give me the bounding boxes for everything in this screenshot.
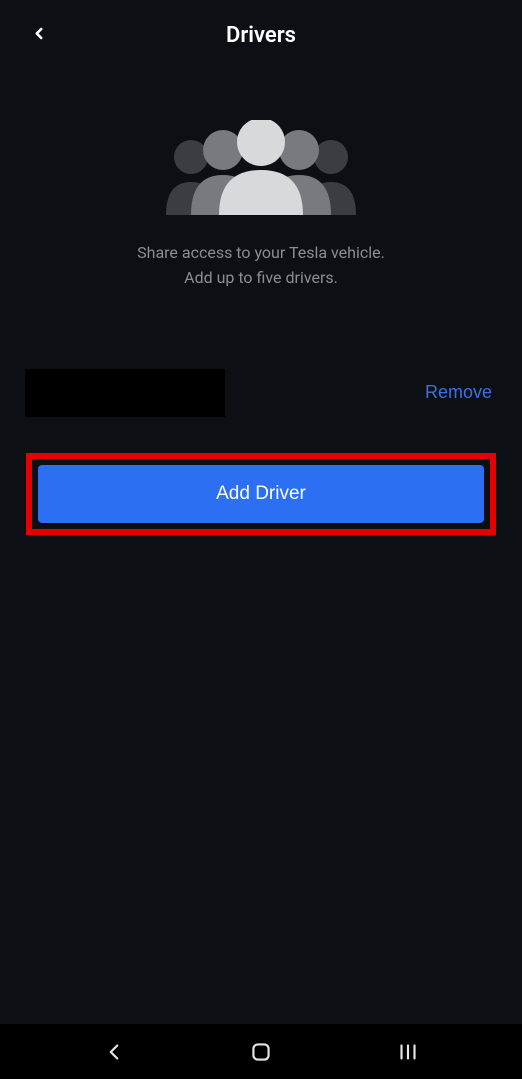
hero-description: Share access to your Tesla vehicle. Add … (137, 241, 385, 291)
driver-name-redacted (25, 369, 225, 417)
driver-row: Remove (0, 351, 522, 435)
hero-section: Share access to your Tesla vehicle. Add … (0, 70, 522, 311)
chevron-left-icon (30, 25, 48, 43)
back-button[interactable] (30, 25, 48, 46)
nav-home-icon (248, 1039, 274, 1065)
remove-button[interactable]: Remove (425, 382, 492, 403)
highlight-annotation: Add Driver (26, 453, 496, 535)
group-icon (161, 120, 361, 215)
nav-recent-icon (395, 1039, 421, 1065)
nav-back-icon (101, 1039, 127, 1065)
add-driver-button[interactable]: Add Driver (38, 465, 484, 523)
description-line-1: Share access to your Tesla vehicle. (137, 243, 385, 262)
system-nav-bar (0, 1024, 522, 1079)
app-header: Drivers (0, 0, 522, 70)
page-title: Drivers (226, 23, 296, 48)
nav-home-button[interactable] (248, 1039, 274, 1065)
description-line-2: Add up to five drivers. (184, 268, 338, 287)
nav-back-button[interactable] (101, 1039, 127, 1065)
nav-recent-button[interactable] (395, 1039, 421, 1065)
